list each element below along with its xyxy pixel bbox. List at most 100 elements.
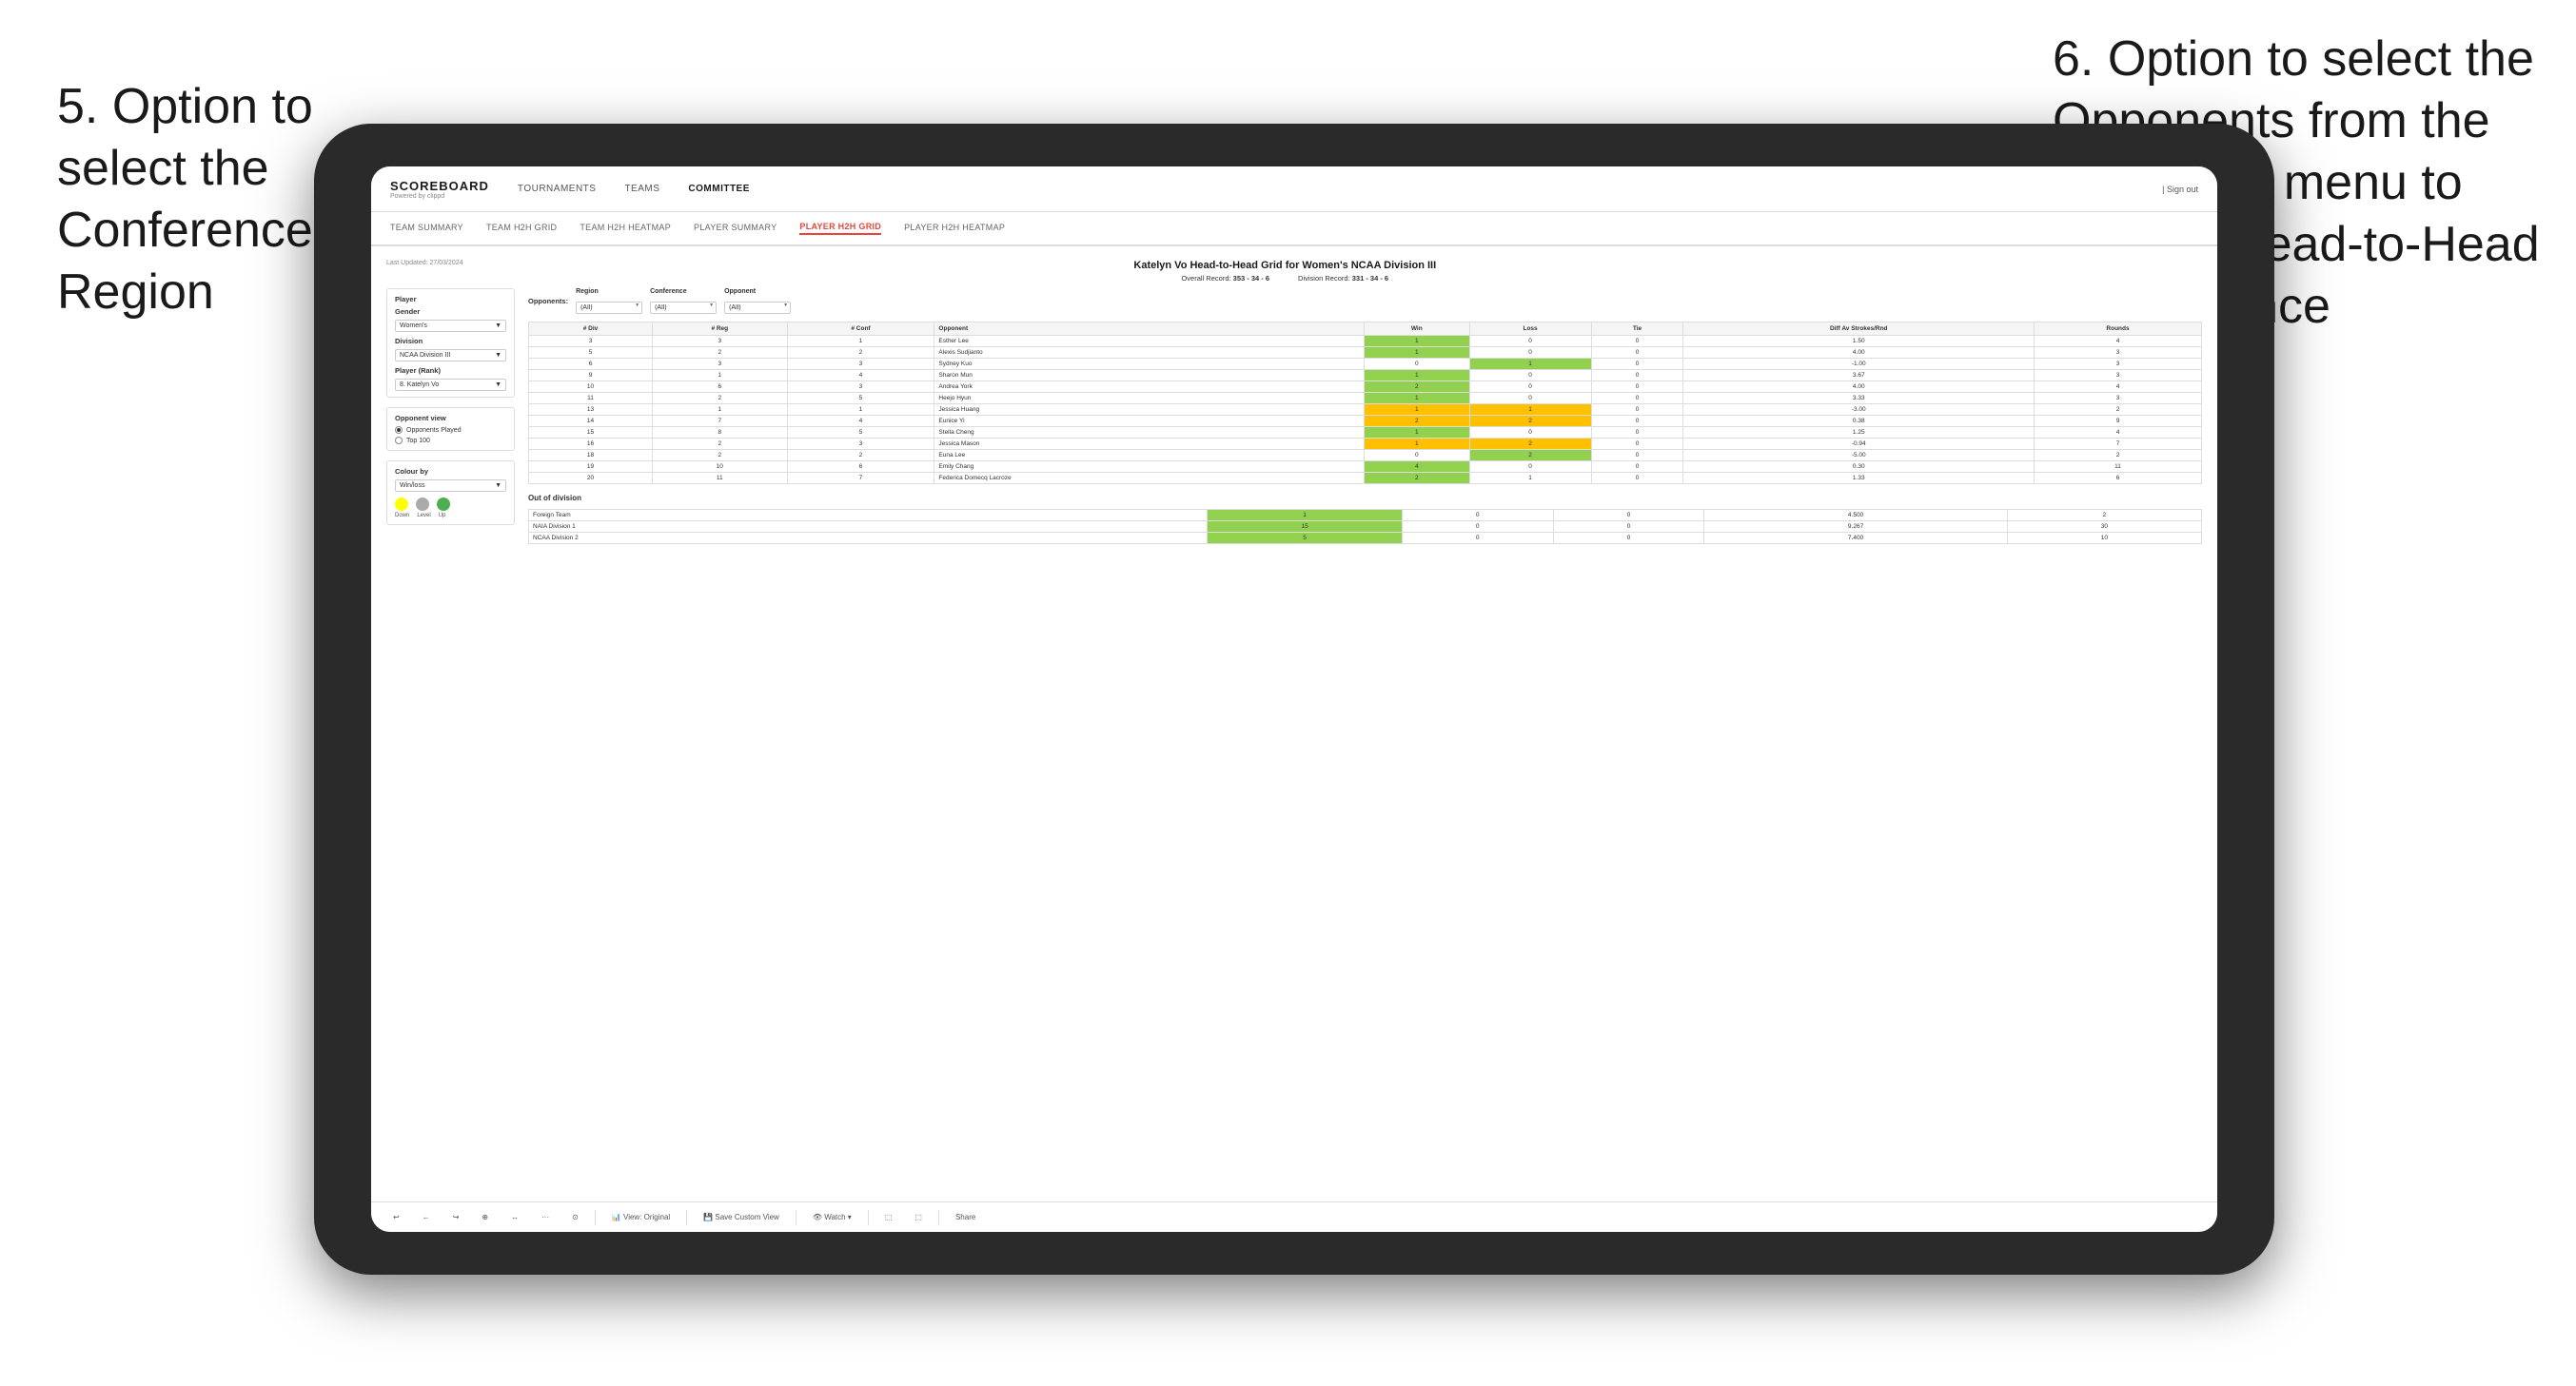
toolbar-add[interactable]: ⊕ (475, 1210, 495, 1224)
cell-win: 1 (1365, 347, 1470, 359)
cell-loss: 2 (1469, 439, 1591, 450)
ood-loss: 0 (1402, 533, 1553, 544)
cell-win: 2 (1365, 416, 1470, 427)
ood-loss: 0 (1402, 521, 1553, 533)
filter-conference-wrap: (All) (650, 297, 717, 314)
sign-out[interactable]: | Sign out (2162, 185, 2198, 194)
cell-win: 2 (1365, 473, 1470, 484)
subnav-player-h2h-grid[interactable]: PLAYER H2H GRID (799, 222, 881, 235)
sidebar-player-section: Player Gender Women's▼ Division NCAA Div… (386, 288, 515, 398)
subnav-team-h2h-heatmap[interactable]: TEAM H2H HEATMAP (580, 223, 671, 234)
th-loss: Loss (1469, 322, 1591, 336)
down-label: Down (395, 513, 409, 518)
body-layout: Player Gender Women's▼ Division NCAA Div… (386, 288, 2202, 1194)
cell-tie: 0 (1591, 404, 1683, 416)
cell-tie: 0 (1591, 347, 1683, 359)
filter-conference-select[interactable]: (All) (650, 302, 717, 314)
cell-win: 1 (1365, 439, 1470, 450)
ood-name: Foreign Team (529, 510, 1208, 521)
player-rank-label: Player (Rank) (395, 366, 506, 375)
toolbar-watch[interactable]: 👁 Watch ▾ (806, 1210, 858, 1224)
ood-name: NAIA Division 1 (529, 521, 1208, 533)
cell-diff: 1.25 (1683, 427, 2035, 439)
cell-conf: 3 (787, 381, 934, 393)
filter-opponent-select[interactable]: (All) (724, 302, 791, 314)
cell-div: 15 (529, 427, 653, 439)
opponents-label: Opponents: (528, 297, 568, 305)
records-row: Overall Record: 353 - 34 - 6 Division Re… (1133, 274, 1436, 283)
cell-conf: 5 (787, 427, 934, 439)
toolbar-refresh[interactable]: ⊙ (565, 1210, 585, 1224)
subnav-team-summary[interactable]: TEAM SUMMARY (390, 223, 463, 234)
cell-opponent: Alexis Sudjianto (934, 347, 1365, 359)
report-title: Katelyn Vo Head-to-Head Grid for Women's… (1133, 260, 1436, 271)
cell-win: 1 (1365, 336, 1470, 347)
toolbar-divider-2 (686, 1210, 687, 1225)
cell-reg: 7 (653, 416, 787, 427)
toolbar-save-custom[interactable]: 💾 Save Custom View (697, 1210, 786, 1224)
ood-win: 15 (1208, 521, 1402, 533)
cell-tie: 0 (1591, 393, 1683, 404)
cell-tie: 0 (1591, 359, 1683, 370)
cell-div: 16 (529, 439, 653, 450)
filter-region-label: Region (576, 288, 642, 295)
toolbar-back[interactable]: ← (416, 1210, 437, 1224)
cell-conf: 1 (787, 336, 934, 347)
subnav-team-h2h-grid[interactable]: TEAM H2H GRID (486, 223, 557, 234)
subnav-player-summary[interactable]: PLAYER SUMMARY (694, 223, 777, 234)
ood-diff: 4.500 (1704, 510, 2007, 521)
cell-conf: 4 (787, 370, 934, 381)
toolbar-undo[interactable]: ↩ (386, 1210, 406, 1224)
th-win: Win (1365, 322, 1470, 336)
left-sidebar: Player Gender Women's▼ Division NCAA Div… (386, 288, 515, 1194)
cell-reg: 6 (653, 381, 787, 393)
cell-loss: 2 (1469, 450, 1591, 461)
gender-value[interactable]: Women's▼ (395, 320, 506, 332)
toolbar-share[interactable]: Share (949, 1210, 982, 1224)
cell-rounds: 11 (2035, 461, 2202, 473)
filter-region-wrap: (All) (576, 297, 642, 314)
cell-loss: 0 (1469, 461, 1591, 473)
cell-diff: -3.00 (1683, 404, 2035, 416)
cell-win: 1 (1365, 370, 1470, 381)
cell-reg: 3 (653, 359, 787, 370)
cell-opponent: Sharon Mun (934, 370, 1365, 381)
filter-region-select[interactable]: (All) (576, 302, 642, 314)
colour-by-value[interactable]: Win/loss▼ (395, 479, 506, 492)
toolbar-more1[interactable]: ··· (535, 1210, 556, 1224)
report-header: Last Updated: 27/03/2024 Katelyn Vo Head… (386, 260, 2202, 283)
logo-area: SCOREBOARD Powered by clippd (390, 179, 489, 200)
cell-loss: 1 (1469, 359, 1591, 370)
level-label: Level (417, 513, 430, 518)
toolbar-fit[interactable]: ↔ (504, 1210, 525, 1224)
cell-loss: 0 (1469, 427, 1591, 439)
nav-tournaments[interactable]: TOURNAMENTS (518, 184, 597, 194)
player-rank-value[interactable]: 8. Katelyn Vo▼ (395, 379, 506, 391)
division-value[interactable]: NCAA Division III▼ (395, 349, 506, 361)
radio-top100[interactable]: Top 100 (395, 437, 506, 444)
cell-tie: 0 (1591, 381, 1683, 393)
out-of-division-header: Out of division (528, 494, 2202, 502)
toolbar-view-original[interactable]: 📊 View: Original (605, 1210, 677, 1224)
filter-opponent-group: Opponent (All) (724, 288, 791, 314)
table-row: 15 8 5 Stella Cheng 1 0 0 1.25 4 (529, 427, 2202, 439)
toolbar-icon2[interactable]: ⬚ (908, 1210, 929, 1224)
cell-diff: 4.00 (1683, 381, 2035, 393)
toolbar-divider-1 (595, 1210, 596, 1225)
table-row: 20 11 7 Federica Domecq Lacroze 2 1 0 1.… (529, 473, 2202, 484)
nav-committee[interactable]: COMMITTEE (688, 184, 750, 194)
toolbar-icon1[interactable]: ⬚ (878, 1210, 899, 1224)
ood-rounds: 2 (2007, 510, 2201, 521)
subnav-player-h2h-heatmap[interactable]: PLAYER H2H HEATMAP (904, 223, 1005, 234)
cell-div: 6 (529, 359, 653, 370)
th-conf: # Conf (787, 322, 934, 336)
cell-rounds: 2 (2035, 450, 2202, 461)
nav-teams[interactable]: TEAMS (624, 184, 659, 194)
tablet-screen: SCOREBOARD Powered by clippd TOURNAMENTS… (371, 166, 2217, 1232)
radio-opponents-played[interactable]: Opponents Played (395, 426, 506, 434)
toolbar-redo[interactable]: ↪ (446, 1210, 466, 1224)
cell-tie: 0 (1591, 416, 1683, 427)
cell-loss: 0 (1469, 347, 1591, 359)
cell-opponent: Heejo Hyun (934, 393, 1365, 404)
filter-row: Opponents: Region (All) Conference (528, 288, 2202, 314)
